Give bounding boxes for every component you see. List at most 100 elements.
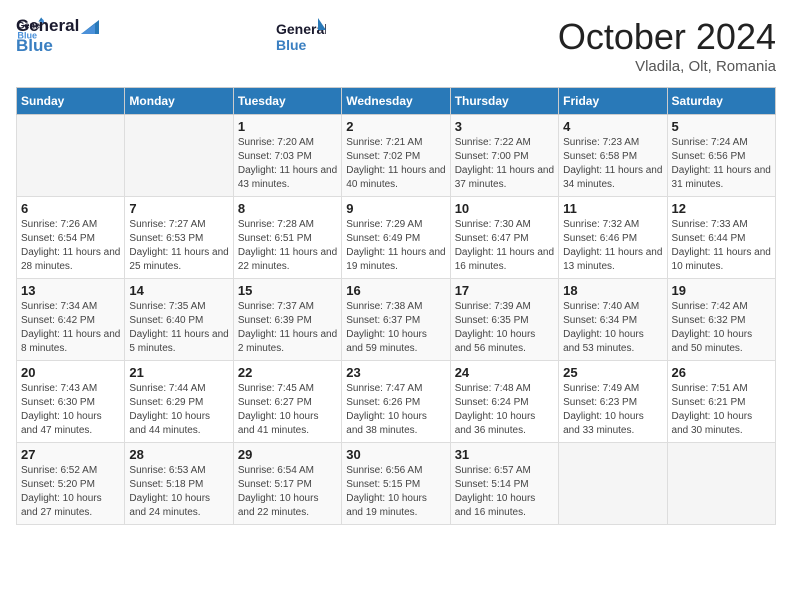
day-info: Sunrise: 7:24 AM Sunset: 6:56 PM Dayligh…	[672, 136, 771, 192]
day-number: 8	[238, 201, 337, 216]
day-info: Sunrise: 7:47 AM Sunset: 6:26 PM Dayligh…	[346, 382, 445, 438]
weekday-header-cell: Thursday	[450, 88, 558, 115]
calendar-day-cell: 9 Sunrise: 7:29 AM Sunset: 6:49 PM Daylig…	[342, 197, 450, 279]
day-number: 26	[672, 365, 771, 380]
calendar-table: SundayMondayTuesdayWednesdayThursdayFrid…	[16, 87, 776, 525]
day-number: 17	[455, 283, 554, 298]
weekday-header-row: SundayMondayTuesdayWednesdayThursdayFrid…	[17, 88, 776, 115]
day-info: Sunrise: 6:57 AM Sunset: 5:14 PM Dayligh…	[455, 464, 554, 520]
title-block: October 2024 Vladila, Olt, Romania	[558, 16, 776, 75]
day-info: Sunrise: 7:44 AM Sunset: 6:29 PM Dayligh…	[129, 382, 228, 438]
day-info: Sunrise: 7:45 AM Sunset: 6:27 PM Dayligh…	[238, 382, 337, 438]
day-info: Sunrise: 7:35 AM Sunset: 6:40 PM Dayligh…	[129, 300, 228, 356]
calendar-day-cell: 8 Sunrise: 7:28 AM Sunset: 6:51 PM Daylig…	[233, 197, 341, 279]
calendar-day-cell: 14Sunrise: 7:35 AM Sunset: 6:40 PM Dayli…	[125, 279, 233, 361]
calendar-day-cell: 18 Sunrise: 7:40 AM Sunset: 6:34 PM Dayli…	[559, 279, 667, 361]
calendar-day-cell: 6 Sunrise: 7:26 AM Sunset: 6:54 PM Daylig…	[17, 197, 125, 279]
day-info: Sunrise: 7:26 AM Sunset: 6:54 PM Dayligh…	[21, 218, 120, 274]
day-info: Sunrise: 7:27 AM Sunset: 6:53 PM Dayligh…	[129, 218, 228, 274]
calendar-day-cell: 27 Sunrise: 6:52 AM Sunset: 5:20 PM Dayli…	[17, 443, 125, 525]
logo-container: General Blue	[16, 16, 99, 55]
day-number: 6	[21, 201, 120, 216]
calendar-day-cell: 7 Sunrise: 7:27 AM Sunset: 6:53 PM Daylig…	[125, 197, 233, 279]
day-info: Sunrise: 7:39 AM Sunset: 6:35 PM Dayligh…	[455, 300, 554, 356]
calendar-day-cell: 30Sunrise: 6:56 AM Sunset: 5:15 PM Dayli…	[342, 443, 450, 525]
calendar-day-cell: 16 Sunrise: 7:38 AM Sunset: 6:37 PM Dayli…	[342, 279, 450, 361]
day-info: Sunrise: 7:42 AM Sunset: 6:32 PM Dayligh…	[672, 300, 771, 356]
day-number: 21	[129, 365, 228, 380]
day-number: 5	[672, 119, 771, 134]
day-number: 2	[346, 119, 445, 134]
logo-line1: General	[16, 16, 99, 36]
weekday-header-cell: Saturday	[667, 88, 775, 115]
day-info: Sunrise: 7:40 AM Sunset: 6:34 PM Dayligh…	[563, 300, 662, 356]
calendar-day-cell: 26 Sunrise: 7:51 AM Sunset: 6:21 PM Dayli…	[667, 361, 775, 443]
calendar-day-cell: 5 Sunrise: 7:24 AM Sunset: 6:56 PM Daylig…	[667, 115, 775, 197]
page-header: General Blue General Blue October 2024 V…	[16, 16, 776, 75]
day-info: Sunrise: 7:37 AM Sunset: 6:39 PM Dayligh…	[238, 300, 337, 356]
day-number: 29	[238, 447, 337, 462]
calendar-day-cell: 24Sunrise: 7:48 AM Sunset: 6:24 PM Dayli…	[450, 361, 558, 443]
calendar-day-cell: 3 Sunrise: 7:22 AM Sunset: 7:00 PM Daylig…	[450, 115, 558, 197]
day-number: 20	[21, 365, 120, 380]
day-number: 9	[346, 201, 445, 216]
calendar-day-cell: 1Sunrise: 7:20 AM Sunset: 7:03 PM Daylig…	[233, 115, 341, 197]
day-info: Sunrise: 7:21 AM Sunset: 7:02 PM Dayligh…	[346, 136, 445, 192]
day-info: Sunrise: 6:54 AM Sunset: 5:17 PM Dayligh…	[238, 464, 337, 520]
calendar-day-cell: 17 Sunrise: 7:39 AM Sunset: 6:35 PM Dayli…	[450, 279, 558, 361]
calendar-day-cell	[17, 115, 125, 197]
svg-text:Blue: Blue	[276, 37, 307, 53]
logo-svg: General Blue	[276, 16, 326, 60]
calendar-day-cell: 28 Sunrise: 6:53 AM Sunset: 5:18 PM Dayli…	[125, 443, 233, 525]
calendar-day-cell: 25 Sunrise: 7:49 AM Sunset: 6:23 PM Dayli…	[559, 361, 667, 443]
day-number: 12	[672, 201, 771, 216]
day-info: Sunrise: 7:49 AM Sunset: 6:23 PM Dayligh…	[563, 382, 662, 438]
month-title: October 2024	[558, 16, 776, 58]
day-number: 16	[346, 283, 445, 298]
calendar-day-cell	[125, 115, 233, 197]
day-info: Sunrise: 6:56 AM Sunset: 5:15 PM Dayligh…	[346, 464, 445, 520]
day-info: Sunrise: 7:30 AM Sunset: 6:47 PM Dayligh…	[455, 218, 554, 274]
calendar-day-cell: 31 Sunrise: 6:57 AM Sunset: 5:14 PM Dayli…	[450, 443, 558, 525]
calendar-day-cell	[667, 443, 775, 525]
calendar-day-cell: 22 Sunrise: 7:45 AM Sunset: 6:27 PM Dayli…	[233, 361, 341, 443]
calendar-week-row: 6 Sunrise: 7:26 AM Sunset: 6:54 PM Daylig…	[17, 197, 776, 279]
weekday-header-cell: Sunday	[17, 88, 125, 115]
day-info: Sunrise: 7:48 AM Sunset: 6:24 PM Dayligh…	[455, 382, 554, 438]
day-number: 13	[21, 283, 120, 298]
calendar-day-cell: 23 Sunrise: 7:47 AM Sunset: 6:26 PM Dayli…	[342, 361, 450, 443]
day-number: 31	[455, 447, 554, 462]
calendar-day-cell: 4Sunrise: 7:23 AM Sunset: 6:58 PM Daylig…	[559, 115, 667, 197]
calendar-day-cell: 15Sunrise: 7:37 AM Sunset: 6:39 PM Dayli…	[233, 279, 341, 361]
day-number: 10	[455, 201, 554, 216]
day-info: Sunrise: 6:53 AM Sunset: 5:18 PM Dayligh…	[129, 464, 228, 520]
day-number: 23	[346, 365, 445, 380]
day-info: Sunrise: 7:51 AM Sunset: 6:21 PM Dayligh…	[672, 382, 771, 438]
day-info: Sunrise: 7:43 AM Sunset: 6:30 PM Dayligh…	[21, 382, 120, 438]
calendar-body: 1Sunrise: 7:20 AM Sunset: 7:03 PM Daylig…	[17, 115, 776, 525]
day-number: 18	[563, 283, 662, 298]
day-info: Sunrise: 7:20 AM Sunset: 7:03 PM Dayligh…	[238, 136, 337, 192]
day-info: Sunrise: 7:28 AM Sunset: 6:51 PM Dayligh…	[238, 218, 337, 274]
day-info: Sunrise: 6:52 AM Sunset: 5:20 PM Dayligh…	[21, 464, 120, 520]
day-info: Sunrise: 7:33 AM Sunset: 6:44 PM Dayligh…	[672, 218, 771, 274]
day-info: Sunrise: 7:29 AM Sunset: 6:49 PM Dayligh…	[346, 218, 445, 274]
day-number: 11	[563, 201, 662, 216]
day-number: 27	[21, 447, 120, 462]
calendar-week-row: 20 Sunrise: 7:43 AM Sunset: 6:30 PM Dayli…	[17, 361, 776, 443]
day-info: Sunrise: 7:22 AM Sunset: 7:00 PM Dayligh…	[455, 136, 554, 192]
day-number: 3	[455, 119, 554, 134]
day-number: 25	[563, 365, 662, 380]
calendar-day-cell: 20 Sunrise: 7:43 AM Sunset: 6:30 PM Dayli…	[17, 361, 125, 443]
day-number: 22	[238, 365, 337, 380]
day-info: Sunrise: 7:32 AM Sunset: 6:46 PM Dayligh…	[563, 218, 662, 274]
day-number: 7	[129, 201, 228, 216]
day-number: 28	[129, 447, 228, 462]
day-info: Sunrise: 7:34 AM Sunset: 6:42 PM Dayligh…	[21, 300, 120, 356]
calendar-day-cell: 21 Sunrise: 7:44 AM Sunset: 6:29 PM Dayli…	[125, 361, 233, 443]
logo-full: General Blue	[276, 16, 326, 60]
calendar-day-cell	[559, 443, 667, 525]
day-info: Sunrise: 7:38 AM Sunset: 6:37 PM Dayligh…	[346, 300, 445, 356]
day-info: Sunrise: 7:23 AM Sunset: 6:58 PM Dayligh…	[563, 136, 662, 192]
calendar-day-cell: 12 Sunrise: 7:33 AM Sunset: 6:44 PM Dayli…	[667, 197, 775, 279]
